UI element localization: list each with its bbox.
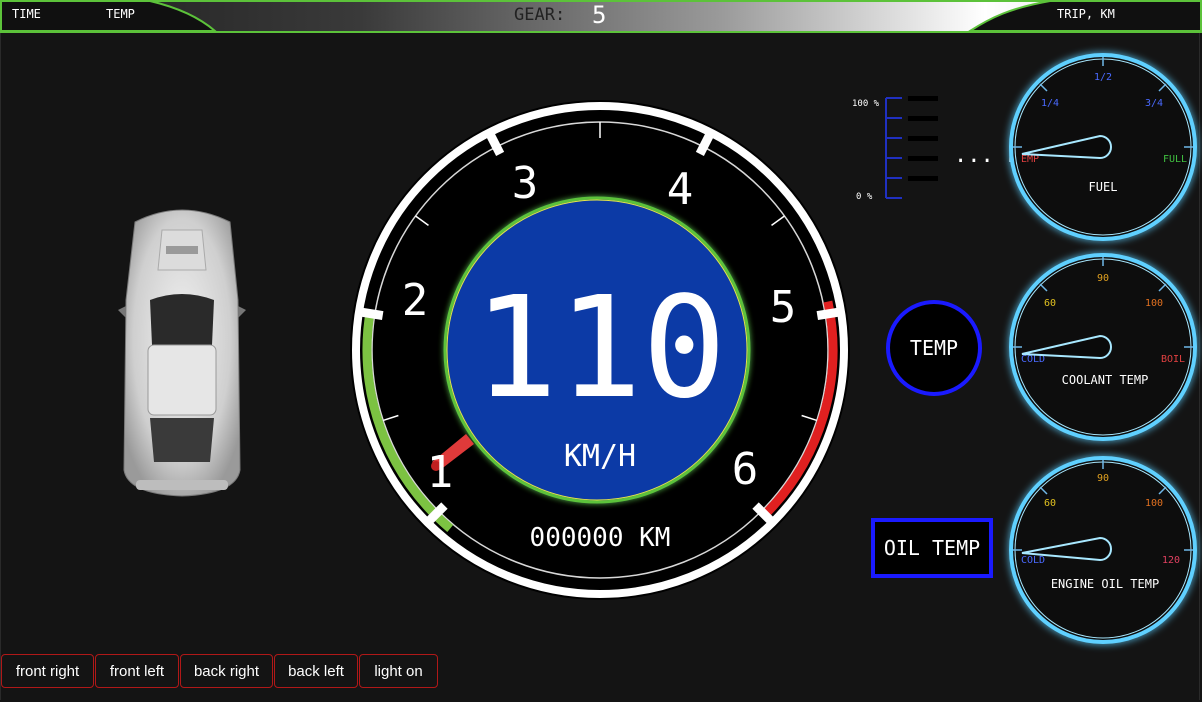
oil-mark-120: 120 [1162, 555, 1180, 566]
coolant-mark-boil: BOIL [1161, 354, 1185, 365]
speedometer: 110 KM/H 000000 KM 1 2 3 4 5 6 [350, 100, 850, 600]
oil-mark-60: 60 [1044, 498, 1056, 509]
odometer-reading: 000000 KM [530, 523, 671, 553]
fuel-pct-top: 100 % [852, 99, 880, 109]
coolant-gauge-title: COOLANT TEMP [1062, 373, 1149, 387]
speed-value: 110 [474, 267, 727, 430]
back-left-button[interactable]: back left [274, 654, 358, 688]
fuel-mark-three-quarter: 3/4 [1145, 98, 1163, 109]
fuel-gauge: 1/2 1/4 3/4 EMP FULL FUEL [1009, 53, 1197, 241]
coolant-temp-indicator: TEMP [886, 300, 982, 396]
speed-label-3: 3 [512, 158, 539, 209]
oil-gauge-title: ENGINE OIL TEMP [1051, 577, 1159, 591]
coolant-gauge: 90 60 100 COLD BOIL COOLANT TEMP [1009, 253, 1197, 441]
fuel-mark-half: 1/2 [1094, 72, 1112, 83]
coolant-mark-60: 60 [1044, 298, 1056, 309]
oil-temp-indicator-label: OIL TEMP [883, 536, 981, 560]
speed-label-4: 4 [667, 164, 694, 215]
oil-temp-indicator: OIL TEMP [871, 518, 993, 578]
speed-label-6: 6 [732, 444, 759, 495]
fuel-mark-full: FULL [1163, 154, 1187, 165]
front-left-button[interactable]: front left [95, 654, 179, 688]
back-right-button[interactable]: back right [180, 654, 273, 688]
coolant-mark-100: 100 [1145, 298, 1163, 309]
coolant-mark-90: 90 [1097, 273, 1109, 284]
oil-mark-100: 100 [1145, 498, 1163, 509]
speed-unit: KM/H [564, 439, 636, 474]
fuel-mark-quarter: 1/4 [1041, 98, 1059, 109]
speed-label-5: 5 [770, 282, 797, 333]
oil-temp-gauge: 90 60 100 COLD 120 ENGINE OIL TEMP [1009, 456, 1197, 644]
speed-major-tick [355, 306, 384, 321]
dashboard-graphics: 110 KM/H 000000 KM 1 2 3 4 5 6 100 % 0 %… [118, 53, 1197, 644]
light-on-button[interactable]: light on [359, 654, 438, 688]
speed-label-1: 1 [427, 447, 454, 498]
fuel-gauge-title: FUEL [1089, 180, 1118, 194]
oil-mark-90: 90 [1097, 473, 1109, 484]
car-top-view-image [118, 209, 246, 497]
oil-mark-cold: COLD [1021, 555, 1045, 566]
fuel-level-bar: 100 % 0 % ... L [852, 96, 1020, 202]
speed-label-2: 2 [402, 275, 429, 326]
front-right-button[interactable]: front right [1, 654, 94, 688]
speed-major-tick [816, 306, 845, 321]
coolant-temp-indicator-label: TEMP [909, 336, 959, 360]
control-button-row: front right front left back right back l… [1, 654, 439, 688]
fuel-pct-bottom: 0 % [856, 192, 873, 202]
